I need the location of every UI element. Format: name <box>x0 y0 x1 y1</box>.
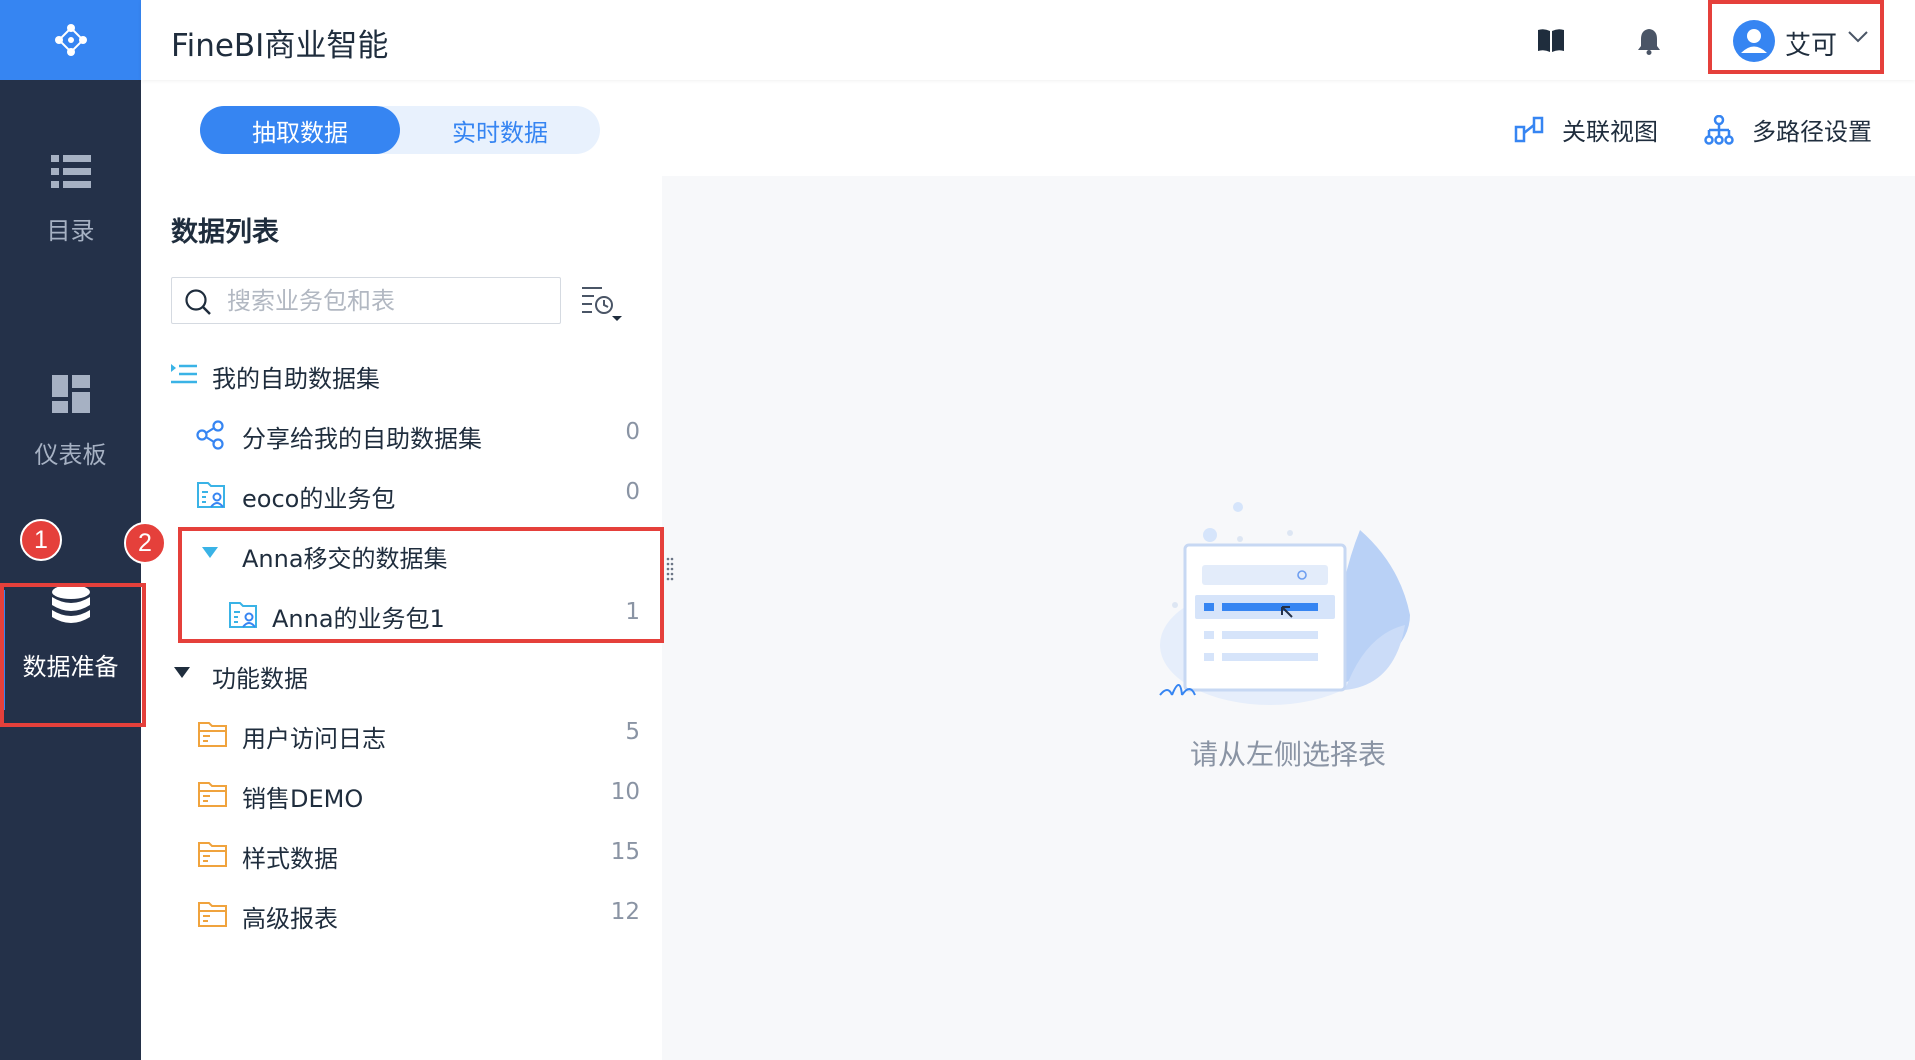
tree-list-icon <box>171 364 197 384</box>
bell-icon[interactable] <box>1637 27 1661 55</box>
nav-item-dashboard[interactable]: 仪表板 <box>0 375 141 470</box>
folder-icon <box>198 722 227 747</box>
panel-title: 数据列表 <box>171 217 279 248</box>
tree-count: 12 <box>610 899 640 925</box>
filter-history-icon[interactable] <box>580 284 624 324</box>
folder-icon <box>198 782 227 807</box>
dashboard-icon <box>51 375 90 413</box>
relation-view-button[interactable]: 关联视图 <box>1514 112 1658 147</box>
app-logo[interactable] <box>0 0 141 80</box>
search-icon <box>185 289 211 315</box>
step-badge-2: 2 <box>124 522 166 564</box>
tree-folder-item[interactable]: 样式数据 15 <box>170 830 640 878</box>
search-input[interactable] <box>227 284 547 318</box>
tree-group-my-self-service[interactable]: 我的自助数据集 <box>170 350 640 398</box>
tree-label: 样式数据 <box>242 845 338 873</box>
caret-down-icon <box>174 667 190 678</box>
tree-item-shared[interactable]: 分享给我的自助数据集 0 <box>170 410 640 458</box>
tree-count: 0 <box>625 479 640 505</box>
tree-label: 销售DEMO <box>242 785 364 813</box>
empty-state-illustration-icon <box>1159 502 1410 705</box>
tree-item-eoco[interactable]: eoco的业务包 0 <box>170 470 640 518</box>
tab-realtime-data[interactable]: 实时数据 <box>400 106 600 154</box>
tree-folder-item[interactable]: 用户访问日志 5 <box>170 710 640 758</box>
nav-label-dashboard: 仪表板 <box>34 441 107 469</box>
tree-label: 高级报表 <box>242 905 338 933</box>
tree-group-function-data[interactable]: 功能数据 <box>170 650 640 698</box>
data-type-toggle: 抽取数据 实时数据 <box>200 106 600 154</box>
folder-icon <box>198 842 227 867</box>
tree-label: eoco的业务包 <box>242 485 396 513</box>
hierarchy-icon <box>1704 114 1734 145</box>
tree-label: 我的自助数据集 <box>212 365 380 393</box>
panel-resize-handle[interactable] <box>666 557 674 581</box>
relation-view-icon <box>1514 116 1544 142</box>
tree-label: 分享给我的自助数据集 <box>242 425 482 453</box>
empty-state-text: 请从左侧选择表 <box>1190 738 1387 771</box>
multipath-settings-button[interactable]: 多路径设置 <box>1704 112 1872 147</box>
share-icon <box>196 420 224 450</box>
tree-count: 0 <box>625 419 640 445</box>
tree-label: 用户访问日志 <box>242 725 386 753</box>
folder-icon <box>198 902 227 927</box>
tab-extract-data[interactable]: 抽取数据 <box>200 106 400 154</box>
tree-count: 5 <box>625 719 640 745</box>
relation-view-label: 关联视图 <box>1562 118 1658 146</box>
highlight-anna-dataset <box>178 527 664 643</box>
logo-icon <box>54 24 87 56</box>
tree-count: 15 <box>610 839 640 865</box>
business-package-icon <box>197 482 225 508</box>
tree-folder-item[interactable]: 销售DEMO 10 <box>170 770 640 818</box>
book-icon[interactable] <box>1537 28 1565 54</box>
top-header: FineBI商业智能 艾可 <box>141 0 1915 80</box>
highlight-data-prep-nav <box>0 583 146 727</box>
step-badge-1: 1 <box>20 519 62 561</box>
search-box <box>171 277 561 324</box>
nav-item-directory[interactable]: 目录 <box>0 155 141 246</box>
list-icon <box>50 155 91 188</box>
app-title: FineBI商业智能 <box>171 28 389 64</box>
highlight-user-menu <box>1708 0 1884 74</box>
tree-label: 功能数据 <box>212 665 308 693</box>
nav-label-directory: 目录 <box>46 217 95 245</box>
tree-folder-item[interactable]: 高级报表 12 <box>170 890 640 938</box>
multipath-settings-label: 多路径设置 <box>1752 118 1872 146</box>
tree-count: 10 <box>610 779 640 805</box>
